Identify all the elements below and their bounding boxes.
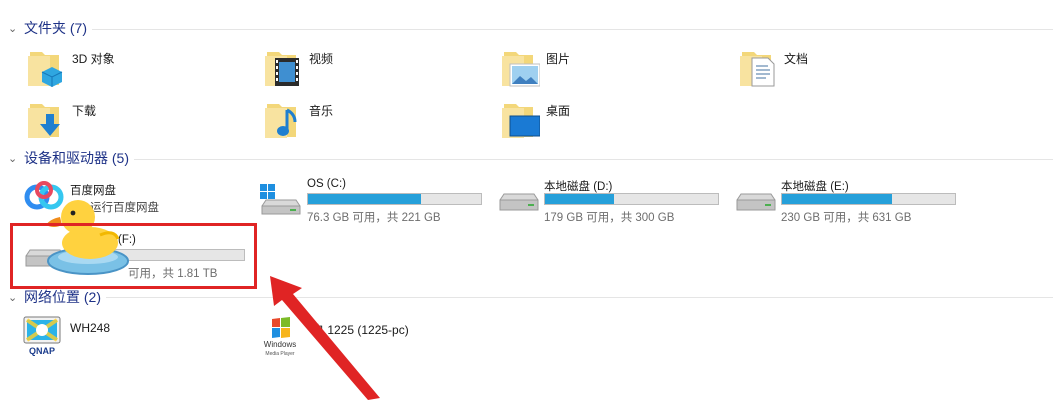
folder-pictures[interactable]: 图片 [500,46,570,94]
group-divider [134,159,1053,160]
folder-label: 文档 [784,52,809,66]
music-folder-icon [263,98,303,142]
folder-desktop[interactable]: 桌面 [500,98,570,146]
qnap-logo-text: QNAP [29,346,55,356]
group-header-folders[interactable]: ⌄ 文件夹 (7) [8,18,87,38]
drive-name: 本地磁盘 (E:) [781,181,849,193]
drive-free-space: 179 GB 可用，共 300 GB [544,212,675,224]
windows-drive-icon [256,182,302,223]
folder-label: 图片 [546,52,571,66]
chevron-down-icon: ⌄ [8,291,18,304]
group-label: 设备和驱动器 (5) [24,150,129,166]
hard-drive-icon [731,190,777,223]
group-divider [92,29,1053,30]
drive-usage-fill [782,194,892,204]
folder-music[interactable]: 音乐 [263,98,333,146]
drive-name: 本地磁盘 (D:) [544,181,613,193]
drive-d[interactable]: 本地磁盘 (D:) 179 GB 可用，共 300 GB [494,176,724,224]
folder-label: 音乐 [309,104,334,118]
videos-folder-icon [263,46,303,90]
folder-label: 3D 对象 [72,52,115,66]
folder-label: 下载 [72,104,97,118]
group-label: 网络位置 (2) [24,289,101,305]
pictures-folder-icon [500,46,541,90]
folder-label: 视频 [309,52,334,66]
group-label: 文件夹 (7) [24,20,87,36]
group-divider [106,297,1053,298]
desktop-folder-icon [500,98,541,142]
highlight-box [10,223,257,289]
documents-folder-icon [738,46,778,90]
drive-free-space: 76.3 GB 可用，共 221 GB [307,212,441,224]
network-item-wh248[interactable]: QNAP WH248 [22,315,222,359]
chevron-down-icon: ⌄ [8,22,18,35]
hard-drive-icon [494,190,540,223]
drive-c[interactable]: OS (C:) 76.3 GB 可用，共 221 GB [256,176,486,224]
folder-downloads[interactable]: 下载 [26,98,96,146]
drive-usage-fill [545,194,615,204]
group-header-network[interactable]: ⌄ 网络位置 (2) [8,287,101,307]
qnap-icon: QNAP [22,315,62,362]
red-arrow-annotation [262,270,392,405]
drive-e[interactable]: 本地磁盘 (E:) 230 GB 可用，共 631 GB [731,176,961,224]
folder-label: 桌面 [546,104,571,118]
chevron-down-icon: ⌄ [8,152,18,165]
folder-3d-objects[interactable]: 3D 对象 [26,46,115,94]
drive-name: OS (C:) [307,178,346,190]
folder-documents[interactable]: 文档 [738,46,808,94]
drive-usage-bar [781,193,956,205]
folder-videos[interactable]: 视频 [263,46,333,94]
drive-usage-fill [308,194,422,204]
downloads-folder-icon [26,98,66,142]
network-item-label: WH248 [70,321,111,335]
group-header-devices[interactable]: ⌄ 设备和驱动器 (5) [8,148,129,168]
drive-usage-bar [307,193,482,205]
drive-free-space: 230 GB 可用，共 631 GB [781,212,912,224]
3d-objects-folder-icon [26,46,66,90]
drive-usage-bar [544,193,719,205]
